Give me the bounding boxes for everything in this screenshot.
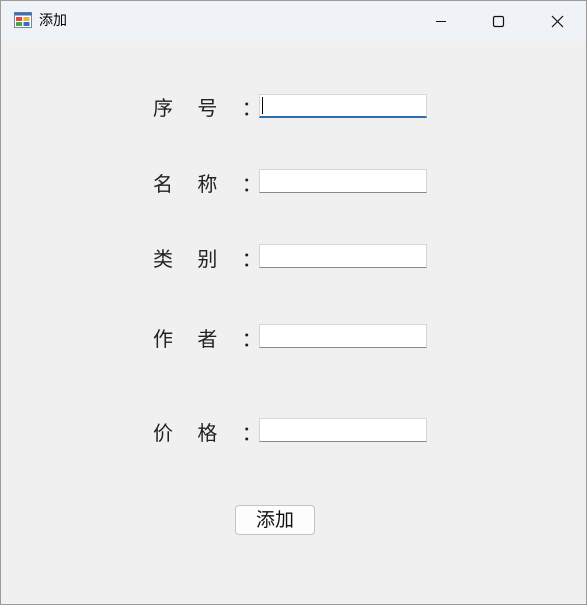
text-caret [262, 97, 263, 114]
serial-number-label: 序 号 ： [153, 96, 271, 120]
add-button[interactable]: 添加 [235, 505, 315, 535]
maximize-icon [492, 15, 505, 28]
serial-number-input[interactable] [259, 94, 427, 118]
name-input[interactable] [259, 169, 427, 193]
window-title: 添加 [39, 13, 67, 29]
close-button[interactable] [528, 1, 586, 41]
author-label: 作 者 ： [153, 327, 271, 351]
minimize-button[interactable] [412, 1, 470, 41]
minimize-icon [436, 21, 446, 22]
app-window-icon [14, 12, 32, 28]
author-input[interactable] [259, 324, 427, 348]
category-label: 类 别 ： [153, 247, 271, 271]
dialog-window: 添加 序 号 ： 名 称 ： 类 别 ： 作 者 ： 价 格 ： 添加 [0, 0, 587, 605]
title-bar[interactable]: 添加 [1, 1, 586, 41]
maximize-button[interactable] [470, 1, 528, 41]
name-label: 名 称 ： [153, 172, 271, 196]
price-label: 价 格 ： [153, 421, 271, 445]
close-icon [551, 15, 564, 28]
category-input[interactable] [259, 244, 427, 268]
price-input[interactable] [259, 418, 427, 442]
